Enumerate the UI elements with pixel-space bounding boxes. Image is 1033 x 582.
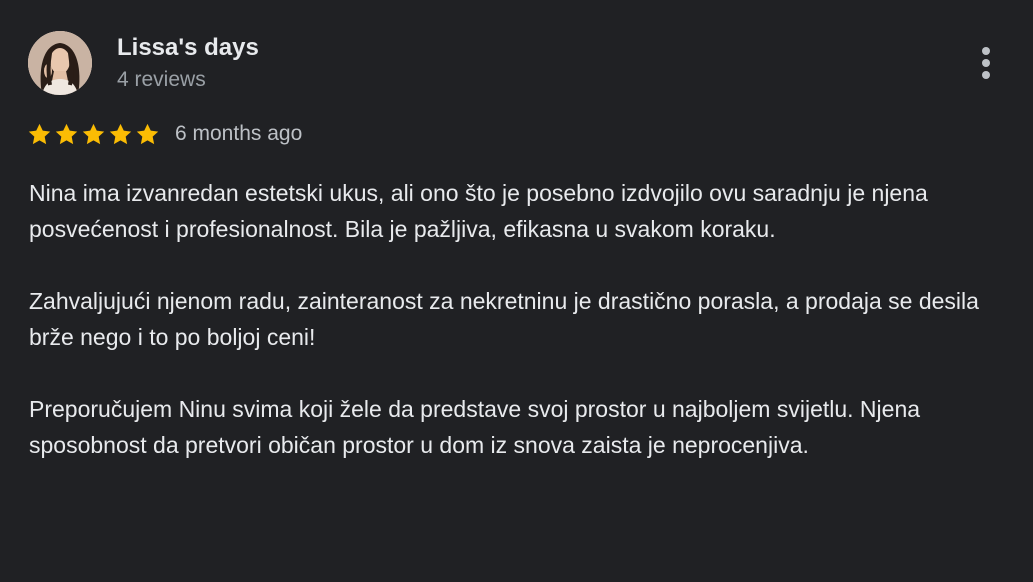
rating-row: 6 months ago xyxy=(26,118,302,150)
more-vert-icon-dot xyxy=(982,59,990,67)
review-date: 6 months ago xyxy=(175,122,303,145)
avatar-photo-icon xyxy=(28,31,92,95)
star-rating xyxy=(26,121,161,148)
review-card: Lissa's days 4 reviews 6 months ago Nina… xyxy=(0,0,1033,582)
review-paragraph: Preporučujem Ninu svima koji žele da pre… xyxy=(29,396,921,458)
review-paragraph: Nina ima izvanredan estetski ukus, ali o… xyxy=(29,180,928,242)
review-paragraph: Zahvaljujući njenom radu, zainteranost z… xyxy=(29,288,979,350)
reviewer-name[interactable]: Lissa's days xyxy=(117,34,259,62)
more-options-button[interactable] xyxy=(970,42,1002,84)
star-icon xyxy=(134,121,161,148)
review-text: Nina ima izvanredan estetski ukus, ali o… xyxy=(29,175,1014,463)
more-vert-icon xyxy=(982,47,990,55)
star-icon xyxy=(80,121,107,148)
more-vert-icon-dot xyxy=(982,71,990,79)
star-icon xyxy=(26,121,53,148)
reviewer-avatar[interactable] xyxy=(28,31,92,95)
star-icon xyxy=(53,121,80,148)
reviewer-review-count: 4 reviews xyxy=(117,68,206,91)
star-icon xyxy=(107,121,134,148)
